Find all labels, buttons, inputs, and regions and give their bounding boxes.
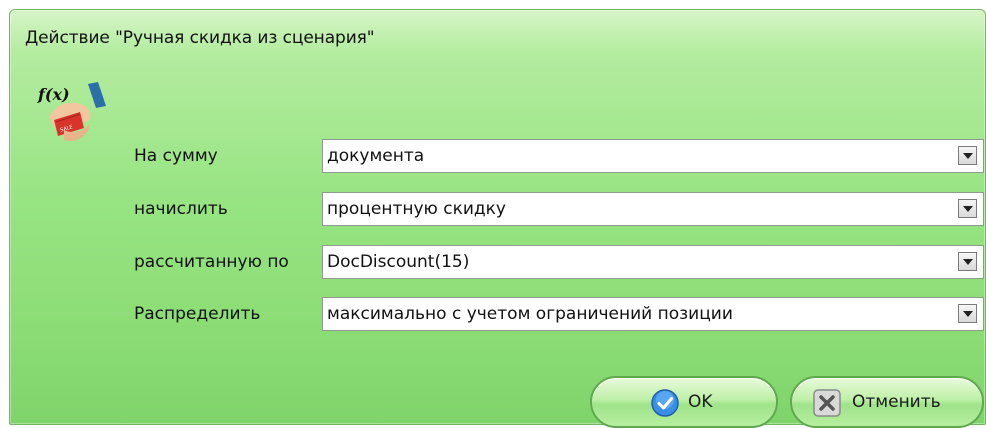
distribution-mode-value: максимально с учетом ограничений позиции — [327, 304, 733, 324]
discount-action-dialog: Действие "Ручная скидка из сценария" f(x… — [9, 9, 986, 428]
label-calculated-by: рассчитанную по — [134, 252, 289, 272]
calculation-function-value: DocDiscount(15) — [327, 252, 470, 272]
distribution-mode-select[interactable]: максимально с учетом ограничений позиции — [322, 297, 984, 331]
dialog-title: Действие "Ручная скидка из сценария" — [25, 28, 375, 48]
dropdown-arrow-icon[interactable] — [958, 252, 977, 271]
amount-base-value: документа — [327, 146, 425, 166]
label-distribute: Распределить — [134, 304, 261, 324]
cancel-button-label: Отменить — [852, 392, 941, 412]
calculation-function-select[interactable]: DocDiscount(15) — [322, 245, 984, 279]
close-icon — [813, 389, 841, 417]
dropdown-arrow-icon[interactable] — [958, 199, 977, 218]
amount-base-select[interactable]: документа — [322, 139, 984, 173]
checkmark-icon — [651, 389, 679, 417]
ok-button-label: OK — [688, 392, 713, 412]
svg-text:f(x): f(x) — [37, 85, 70, 104]
cancel-button[interactable]: Отменить — [790, 376, 984, 428]
ok-button[interactable]: OK — [590, 376, 778, 428]
label-accrue: начислить — [134, 199, 228, 219]
accrue-type-value: процентную скидку — [327, 199, 506, 219]
dropdown-arrow-icon[interactable] — [958, 304, 977, 323]
label-amount-base: На сумму — [134, 146, 218, 166]
accrue-type-select[interactable]: процентную скидку — [322, 192, 984, 226]
function-discount-card-icon: f(x) SALE — [37, 82, 106, 142]
dropdown-arrow-icon[interactable] — [958, 146, 977, 165]
